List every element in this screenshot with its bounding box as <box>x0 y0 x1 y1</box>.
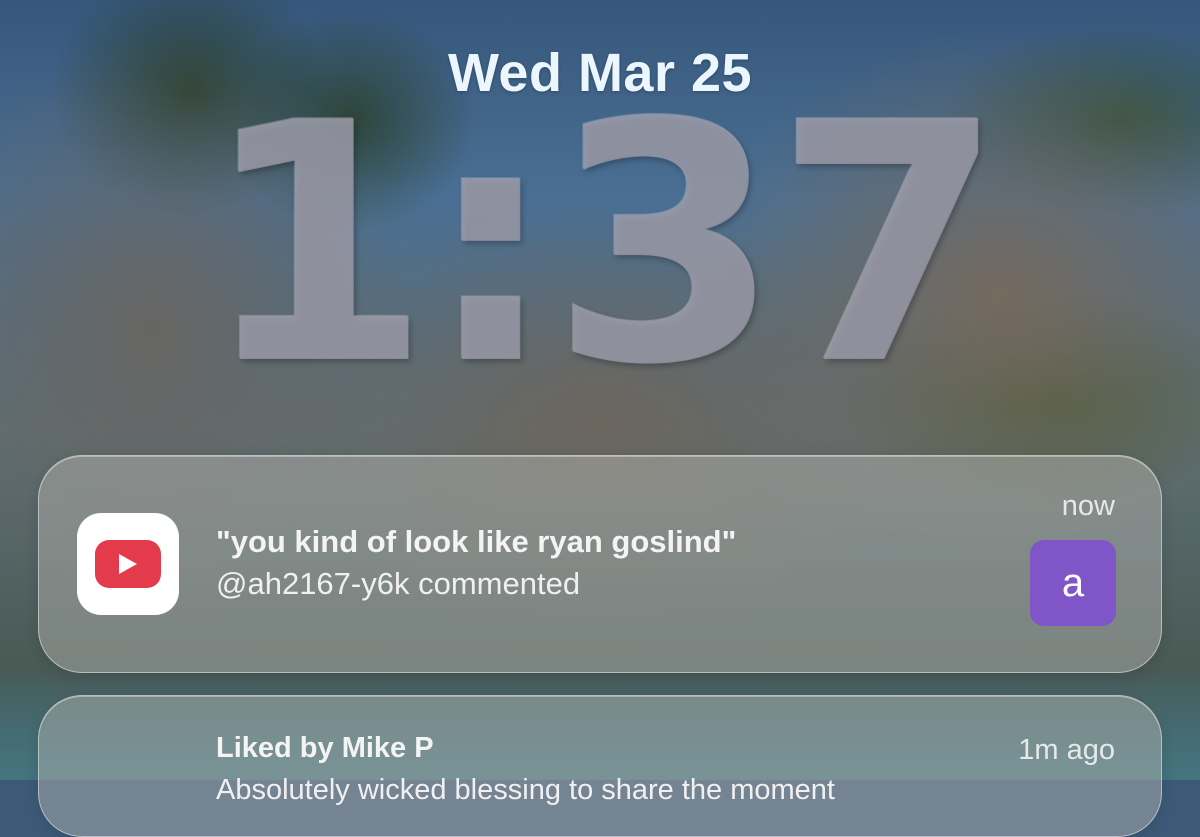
notification-time: 1m ago <box>1018 734 1115 766</box>
youtube-app-icon <box>77 513 179 615</box>
notification-body: Absolutely wicked blessing to share the … <box>216 774 835 806</box>
notification-body: @ah2167-y6k commented <box>216 566 581 601</box>
notification-title: Liked by Mike P <box>216 732 434 764</box>
notification-title: "you kind of look like ryan goslind" <box>216 524 737 559</box>
notification-youtube-comment[interactable]: "you kind of look like ryan goslind" @ah… <box>38 455 1162 673</box>
notification-like[interactable]: Liked by Mike P 1m ago Absolutely wicked… <box>38 695 1162 837</box>
commenter-avatar: a <box>1030 540 1116 626</box>
lockscreen-clock: 1:37 <box>201 53 1005 437</box>
youtube-play-icon <box>95 540 161 588</box>
notification-time: now <box>1061 490 1115 522</box>
